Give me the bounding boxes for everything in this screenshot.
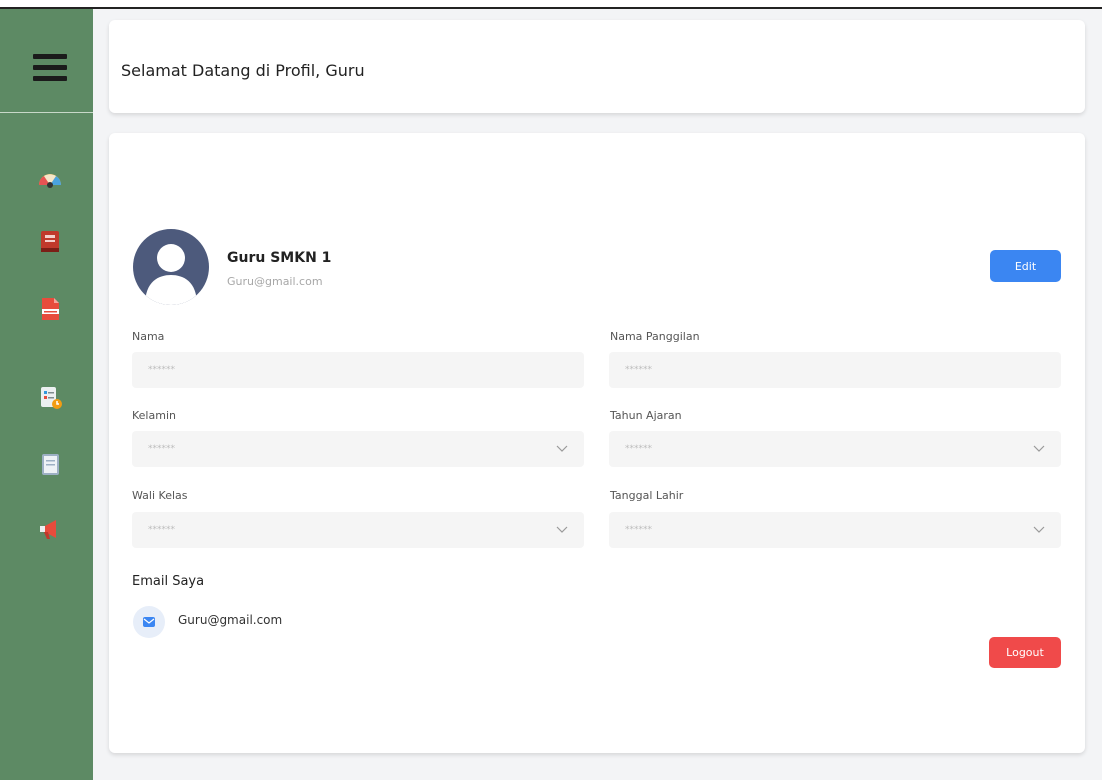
nama-panggilan-value: ****** [625,365,652,375]
kelamin-value: ****** [148,444,175,454]
tahun-ajaran-label: Tahun Ajaran [610,409,682,422]
profile-card: Guru SMKN 1 Guru@gmail.com Edit Nama ***… [109,133,1085,753]
tanggal-lahir-value: ****** [625,525,652,535]
top-window-bar [0,0,1102,9]
wali-kelas-value: ****** [148,525,175,535]
ebook-icon[interactable] [36,295,64,323]
tahun-ajaran-select[interactable]: ****** [609,431,1061,467]
logout-button[interactable]: Logout [989,637,1061,668]
profile-email: Guru@gmail.com [227,275,323,288]
sidebar [0,9,93,780]
nama-panggilan-field[interactable]: ****** [609,352,1061,388]
megaphone-icon[interactable] [36,515,64,543]
tanggal-lahir-select[interactable]: ****** [609,512,1061,548]
nama-panggilan-label: Nama Panggilan [610,330,700,343]
mail-icon [133,606,165,638]
email-address: Guru@gmail.com [178,613,283,627]
tahun-ajaran-value: ****** [625,444,652,454]
welcome-header-card: Selamat Datang di Profil, Guru [109,20,1085,113]
dashboard-gauge-icon[interactable] [36,165,64,193]
book-icon[interactable] [36,227,64,255]
chevron-down-icon [556,526,568,533]
nama-label: Nama [132,330,165,343]
profile-name: Guru SMKN 1 [227,250,332,266]
nama-value: ****** [148,365,175,375]
kelamin-label: Kelamin [132,409,176,422]
avatar [133,229,209,305]
wali-kelas-label: Wali Kelas [132,489,188,502]
chevron-down-icon [1033,445,1045,452]
tanggal-lahir-label: Tanggal Lahir [610,489,684,502]
chevron-down-icon [556,445,568,452]
sidebar-divider [0,112,93,113]
nama-field[interactable]: ****** [132,352,584,388]
hamburger-menu-icon[interactable] [33,54,67,82]
document-icon[interactable] [36,450,64,478]
email-section-title: Email Saya [132,574,205,589]
wali-kelas-select[interactable]: ****** [132,512,584,548]
kelamin-select[interactable]: ****** [132,431,584,467]
task-list-icon[interactable] [36,383,64,411]
edit-button[interactable]: Edit [990,250,1061,282]
page-title: Selamat Datang di Profil, Guru [121,61,365,80]
chevron-down-icon [1033,526,1045,533]
